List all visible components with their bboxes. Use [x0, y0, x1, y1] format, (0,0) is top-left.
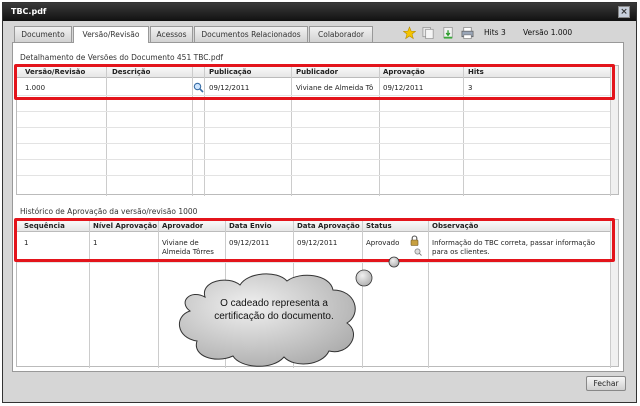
- approvals-section-title: Histórico de Aprovação da versão/revisão…: [20, 207, 198, 216]
- copy-icon[interactable]: [422, 26, 435, 40]
- close-window-button[interactable]: ×: [618, 6, 630, 18]
- download-icon[interactable]: [442, 26, 455, 40]
- window-title: TBC.pdf: [11, 7, 47, 16]
- favorite-star-icon[interactable]: [403, 26, 416, 40]
- print-icon[interactable]: [461, 26, 474, 40]
- close-button[interactable]: Fechar: [586, 376, 626, 391]
- title-bar: TBC.pdf ×: [3, 3, 636, 21]
- callout-text: O cadeado representa a certificação do d…: [214, 298, 334, 322]
- tab-versao-revisao[interactable]: Versão/Revisão: [73, 26, 149, 43]
- approvals-highlight-box: [14, 218, 615, 262]
- tab-documentos-relacionados[interactable]: Documentos Relacionados: [194, 26, 308, 42]
- versions-highlight-box: [14, 64, 615, 100]
- tab-colaborador[interactable]: Colaborador: [309, 26, 373, 42]
- tab-acessos[interactable]: Acessos: [150, 26, 193, 42]
- tab-documento[interactable]: Documento: [14, 26, 72, 42]
- hits-count: Hits 3: [484, 28, 506, 37]
- versions-section-title: Detalhamento de Versões do Documento 451…: [20, 53, 223, 62]
- version-number: Versão 1.000: [523, 28, 573, 37]
